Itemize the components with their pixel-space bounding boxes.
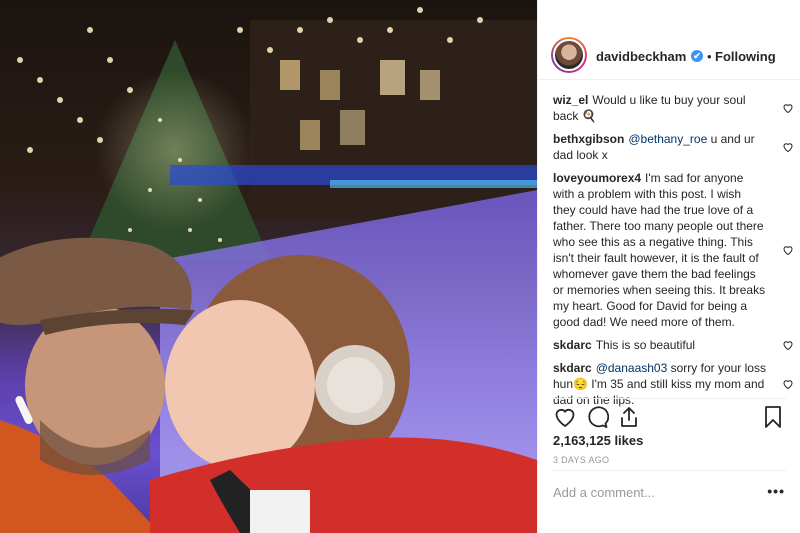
post-sidebar: davidbeckham ✔ • Following wiz_el Would u… bbox=[537, 0, 800, 533]
comment-text: I'm sad for anyone with a problem with t… bbox=[553, 171, 766, 329]
comment-like-heart-icon[interactable] bbox=[782, 141, 794, 153]
post-actions bbox=[553, 405, 786, 429]
comment-username[interactable]: skdarc bbox=[553, 338, 592, 352]
comment-icon[interactable] bbox=[585, 405, 609, 429]
avatar-image bbox=[553, 39, 585, 71]
comment-item: skdarc This is so beautiful bbox=[553, 337, 793, 353]
comments-list: wiz_el Would u like tu buy your soul back… bbox=[553, 92, 793, 415]
comment-item: bethxgibson @bethany_roe u and ur dad loo… bbox=[553, 131, 793, 163]
photo-scene bbox=[0, 7, 537, 533]
bookmark-icon[interactable] bbox=[761, 405, 785, 429]
comment-like-heart-icon[interactable] bbox=[782, 378, 794, 390]
comment-like-heart-icon[interactable] bbox=[782, 339, 794, 351]
following-button[interactable]: Following bbox=[715, 49, 776, 64]
post-username[interactable]: davidbeckham bbox=[596, 49, 686, 64]
share-icon[interactable] bbox=[617, 405, 641, 429]
verified-badge-icon: ✔ bbox=[691, 50, 703, 62]
comment-mention[interactable]: @bethany_roe bbox=[628, 132, 707, 146]
comment-username[interactable]: loveyoumorex4 bbox=[553, 171, 641, 185]
comment-username[interactable]: skdarc bbox=[553, 361, 592, 375]
heart-icon[interactable] bbox=[553, 405, 577, 429]
comment-item: wiz_el Would u like tu buy your soul back… bbox=[553, 92, 793, 124]
actions-divider bbox=[553, 398, 786, 399]
comment-item: skdarc @danaash03 sorry for your loss hun… bbox=[553, 360, 793, 408]
comment-box-divider bbox=[553, 470, 786, 471]
comment-like-heart-icon[interactable] bbox=[782, 244, 794, 256]
comment-text: This is so beautiful bbox=[595, 338, 696, 352]
comment-username[interactable]: wiz_el bbox=[553, 93, 588, 107]
add-comment-input[interactable]: Add a comment... bbox=[553, 485, 655, 500]
likes-count[interactable]: 2,163,125 likes bbox=[553, 433, 643, 448]
comment-like-heart-icon[interactable] bbox=[782, 102, 794, 114]
comment-username[interactable]: bethxgibson bbox=[553, 132, 624, 146]
post-date[interactable]: 3 DAYS AGO bbox=[553, 455, 609, 465]
comment-mention[interactable]: @danaash03 bbox=[596, 361, 668, 375]
instagram-post: davidbeckham ✔ • Following wiz_el Would u… bbox=[0, 0, 800, 533]
post-photo[interactable] bbox=[0, 0, 537, 533]
profile-avatar[interactable] bbox=[551, 37, 587, 73]
comment-item: loveyoumorex4 I'm sad for anyone with a p… bbox=[553, 170, 793, 330]
more-options-icon[interactable]: ••• bbox=[767, 483, 785, 499]
separator-dot: • bbox=[707, 49, 712, 64]
post-header: davidbeckham ✔ • Following bbox=[538, 0, 800, 80]
